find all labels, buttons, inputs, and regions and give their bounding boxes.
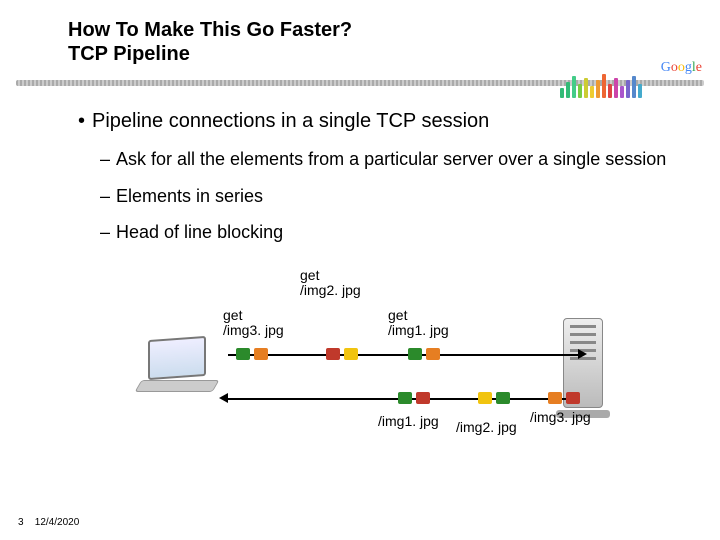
label-resp-img2: /img2. jpg <box>456 420 517 435</box>
packet-orange <box>426 348 440 360</box>
packet-red <box>566 392 580 404</box>
packet-red <box>326 348 340 360</box>
bullet-main: Pipeline connections in a single TCP ses… <box>78 108 680 134</box>
page-number: 3 <box>18 517 32 528</box>
label-get-img3: get /img3. jpg <box>223 308 284 339</box>
packet-green <box>496 392 510 404</box>
packet-yellow <box>478 392 492 404</box>
packet-orange <box>254 348 268 360</box>
title-line-1: How To Make This Go Faster? <box>68 18 720 42</box>
pipeline-diagram: get /img3. jpg get /img2. jpg get /img1.… <box>68 258 680 443</box>
request-line <box>228 354 578 356</box>
google-logo: Google <box>661 60 702 76</box>
sub-bullet-3: Head of line blocking <box>100 221 680 244</box>
title-line-2: TCP Pipeline <box>68 42 720 66</box>
laptop-icon <box>148 338 216 392</box>
label-get-img1: get /img1. jpg <box>388 308 449 339</box>
response-arrowhead <box>219 393 228 403</box>
packet-green <box>398 392 412 404</box>
spectrum-graphic <box>560 72 642 98</box>
label-resp-img3: /img3. jpg <box>530 410 591 425</box>
label-get-img2: get /img2. jpg <box>300 268 361 299</box>
packet-orange <box>548 392 562 404</box>
packet-green <box>408 348 422 360</box>
slide-footer: 3 12/4/2020 <box>18 517 79 528</box>
divider <box>16 72 704 94</box>
request-arrowhead <box>578 349 587 359</box>
sub-bullet-1: Ask for all the elements from a particul… <box>100 148 680 171</box>
packet-green <box>236 348 250 360</box>
packet-yellow <box>344 348 358 360</box>
label-resp-img1: /img1. jpg <box>378 414 439 429</box>
slide-title: How To Make This Go Faster? TCP Pipeline <box>0 0 720 72</box>
packet-red <box>416 392 430 404</box>
sub-bullet-2: Elements in series <box>100 185 680 208</box>
footer-date: 12/4/2020 <box>35 517 80 528</box>
slide: { "title_line1": "How To Make This Go Fa… <box>0 0 720 540</box>
content-area: Pipeline connections in a single TCP ses… <box>0 94 720 443</box>
sub-bullet-list: Ask for all the elements from a particul… <box>100 148 680 244</box>
